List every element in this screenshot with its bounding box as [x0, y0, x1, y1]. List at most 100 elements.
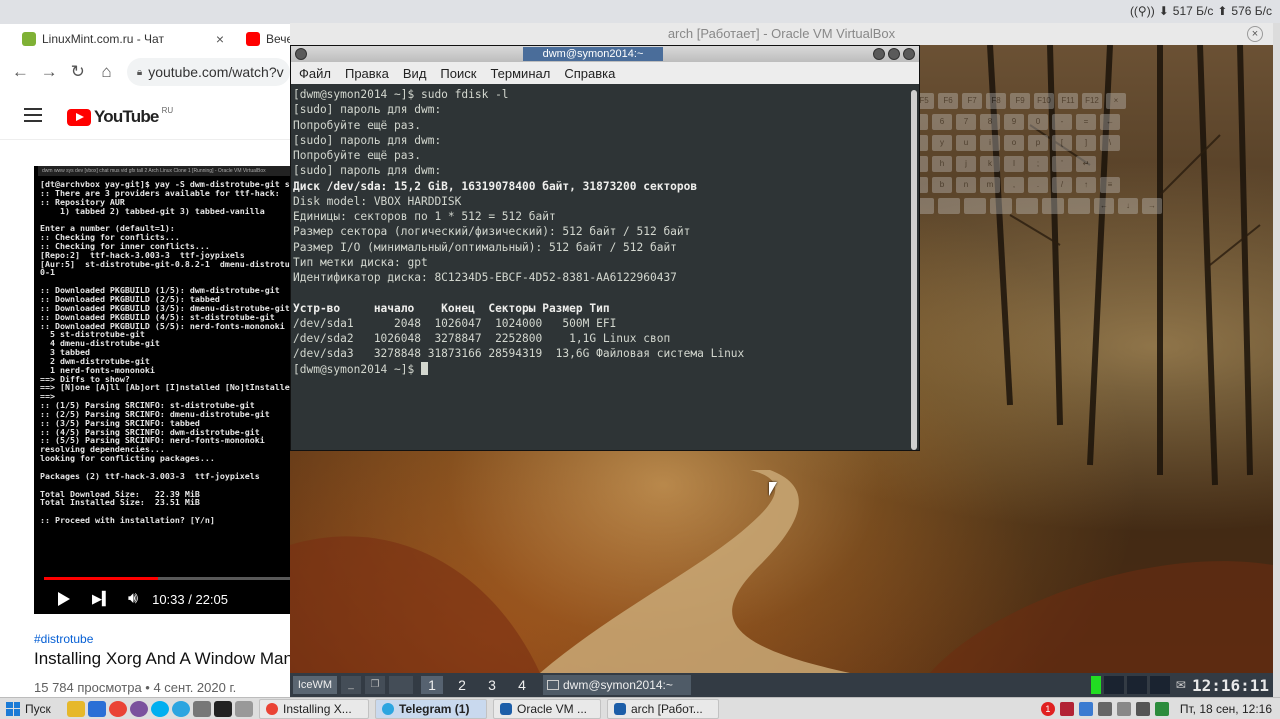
- virtualbox-titlebar[interactable]: arch [Работает] - Oracle VM VirtualBox ×: [290, 23, 1273, 45]
- taskbar-item-chrome[interactable]: Installing X...: [259, 698, 369, 719]
- swap-monitor: [1149, 676, 1170, 694]
- volume-icon[interactable]: 🔊︎: [128, 590, 138, 608]
- osk-key: [1016, 198, 1038, 214]
- osk-key: \: [1100, 135, 1120, 151]
- window-list-icon[interactable]: ❐: [365, 676, 385, 694]
- osk-key: y: [932, 135, 952, 151]
- window-menu-icon[interactable]: [295, 48, 307, 60]
- browser-tab-youtube[interactable]: Вече: [236, 26, 296, 52]
- system-topbar: ((⚲)) ⬇ 517 Б/с ⬆ 576 Б/с: [0, 0, 1280, 24]
- forward-arrow-icon[interactable]: →: [35, 62, 64, 82]
- back-arrow-icon[interactable]: ←: [6, 62, 35, 82]
- close-tab-icon[interactable]: ×: [216, 31, 224, 47]
- icewm-start-button[interactable]: IceWM: [293, 676, 337, 694]
- menu-help[interactable]: Справка: [564, 66, 615, 81]
- viber-launcher-icon[interactable]: [130, 700, 148, 717]
- video-title: Installing Xorg And A Window Manager: [34, 649, 290, 668]
- icewm-taskbar: IceWM _ ❐ 1 2 3 4 dwm@symon2014:~ ✉ 12:1…: [290, 673, 1273, 697]
- taskbar-item-arch-vm[interactable]: arch [Работ...: [607, 698, 719, 719]
- osk-key: F9: [1010, 93, 1030, 109]
- terminal-output[interactable]: [dwm@symon2014 ~]$ sudo fdisk -l [sudo] п…: [291, 84, 911, 450]
- blank-launcher[interactable]: [389, 676, 413, 694]
- play-icon[interactable]: [58, 592, 70, 606]
- next-icon[interactable]: ▶▍: [92, 591, 112, 607]
- menu-view[interactable]: Вид: [403, 66, 427, 81]
- files-launcher-icon[interactable]: [67, 700, 85, 717]
- host-clock[interactable]: Пт, 18 сен, 12:16: [1180, 702, 1272, 716]
- start-menu-button[interactable]: Пуск: [6, 701, 64, 716]
- menu-search[interactable]: Поиск: [440, 66, 476, 81]
- video-player[interactable]: dwm www sys dev [vbox] chat mus vid gfx …: [34, 166, 290, 614]
- hamburger-menu-icon[interactable]: [24, 108, 42, 122]
- osk-key: 6: [932, 114, 952, 130]
- mail-icon[interactable]: ✉: [1176, 678, 1186, 692]
- video-progress-bar[interactable]: [44, 577, 290, 580]
- reload-icon[interactable]: ↻: [63, 62, 92, 82]
- network-icon[interactable]: [1097, 701, 1112, 716]
- close-icon[interactable]: [903, 48, 915, 60]
- show-desktop-icon[interactable]: [235, 700, 253, 717]
- video-hashtag[interactable]: #distrotube: [34, 632, 93, 646]
- camera-launcher-icon[interactable]: [193, 700, 211, 717]
- workspace-2[interactable]: 2: [451, 676, 473, 694]
- taskbar-item-virtualbox-manager[interactable]: Oracle VM ...: [493, 698, 601, 719]
- telegram-launcher-icon[interactable]: [172, 700, 190, 717]
- terminal-line: [sudo] пароль для dwm:: [293, 164, 442, 178]
- osk-key: ↵: [1076, 156, 1096, 172]
- osk-key: →: [1142, 198, 1162, 214]
- video-terminal-line: Total Installed Size: 23.51 MiB: [40, 497, 200, 508]
- video-terminal-line: 1) tabbed 2) tabbed-git 3) tabbed-vanill…: [40, 205, 265, 216]
- battery-icon[interactable]: [1135, 701, 1150, 716]
- terminal-line: Размер I/O (минимальный/оптимальный): 51…: [293, 240, 677, 254]
- osk-key: ←: [1100, 114, 1120, 130]
- terminal-window[interactable]: dwm@symon2014:~ Файл Правка Вид Поиск Те…: [290, 45, 920, 451]
- chrome-icon: [266, 702, 278, 715]
- cpu-monitor: [1090, 676, 1101, 694]
- teamviewer-launcher-icon[interactable]: [88, 700, 106, 717]
- tray-app-icon[interactable]: [1078, 701, 1093, 716]
- osk-key: ↓: [1118, 198, 1138, 214]
- taskbar-item-terminal[interactable]: dwm@symon2014:~: [543, 675, 691, 695]
- youtube-logo[interactable]: YouTube RU: [67, 106, 173, 127]
- osk-key: [964, 198, 986, 214]
- workspace-1[interactable]: 1: [421, 676, 443, 694]
- terminal-titlebar[interactable]: dwm@symon2014:~: [291, 46, 919, 62]
- terminal-scrollbar[interactable]: [911, 90, 917, 450]
- lock-icon: 🔒︎: [136, 66, 143, 78]
- url-input[interactable]: 🔒︎ youtube.com/watch?v: [126, 58, 291, 86]
- skype-launcher-icon[interactable]: [151, 700, 169, 717]
- maximize-icon[interactable]: [888, 48, 900, 60]
- osk-key: ,: [1004, 177, 1024, 193]
- youtube-play-logo-icon: [67, 108, 91, 126]
- close-icon[interactable]: ×: [1247, 26, 1263, 42]
- terminal-launcher-icon[interactable]: [214, 700, 232, 717]
- notification-badge[interactable]: 1: [1040, 701, 1055, 716]
- terminal-prompt-line[interactable]: [dwm@symon2014 ~]$: [293, 361, 909, 377]
- video-terminal-line: ==> [N]one [A]ll [Ab]ort [I]nstalled [No…: [40, 382, 290, 393]
- terminal-icon: [547, 680, 559, 690]
- menu-terminal[interactable]: Терминал: [490, 66, 550, 81]
- workspace-3[interactable]: 3: [481, 676, 503, 694]
- keyboard-layout-flag-icon[interactable]: [1059, 701, 1074, 716]
- mem-monitor: [1126, 676, 1147, 694]
- network-indicator[interactable]: ((⚲)) ⬇ 517 Б/с ⬆ 576 Б/с: [1130, 4, 1272, 18]
- chrome-launcher-icon[interactable]: [109, 700, 127, 717]
- video-terminal-line: 0-1: [40, 267, 55, 278]
- terminal-title: dwm@symon2014:~: [523, 47, 663, 61]
- osk-key: [1042, 198, 1064, 214]
- browser-tab-linuxmint[interactable]: LinuxMint.com.ru - Чат ×: [12, 26, 234, 52]
- terminal-prompt: [dwm@symon2014 ~]$: [293, 362, 421, 376]
- menu-edit[interactable]: Правка: [345, 66, 389, 81]
- osk-key: n: [956, 177, 976, 193]
- virtualbox-window[interactable]: arch [Работает] - Oracle VM VirtualBox ×…: [290, 23, 1273, 697]
- workspace-4[interactable]: 4: [511, 676, 533, 694]
- net-monitor: [1103, 676, 1124, 694]
- menu-file[interactable]: Файл: [299, 66, 331, 81]
- taskbar-item-telegram[interactable]: Telegram (1): [375, 698, 487, 719]
- minimize-all-icon[interactable]: _: [341, 676, 361, 694]
- minimize-icon[interactable]: [873, 48, 885, 60]
- osk-key: 7: [956, 114, 976, 130]
- update-shield-icon[interactable]: [1154, 701, 1169, 716]
- volume-icon[interactable]: [1116, 701, 1131, 716]
- home-icon[interactable]: ⌂: [92, 62, 121, 82]
